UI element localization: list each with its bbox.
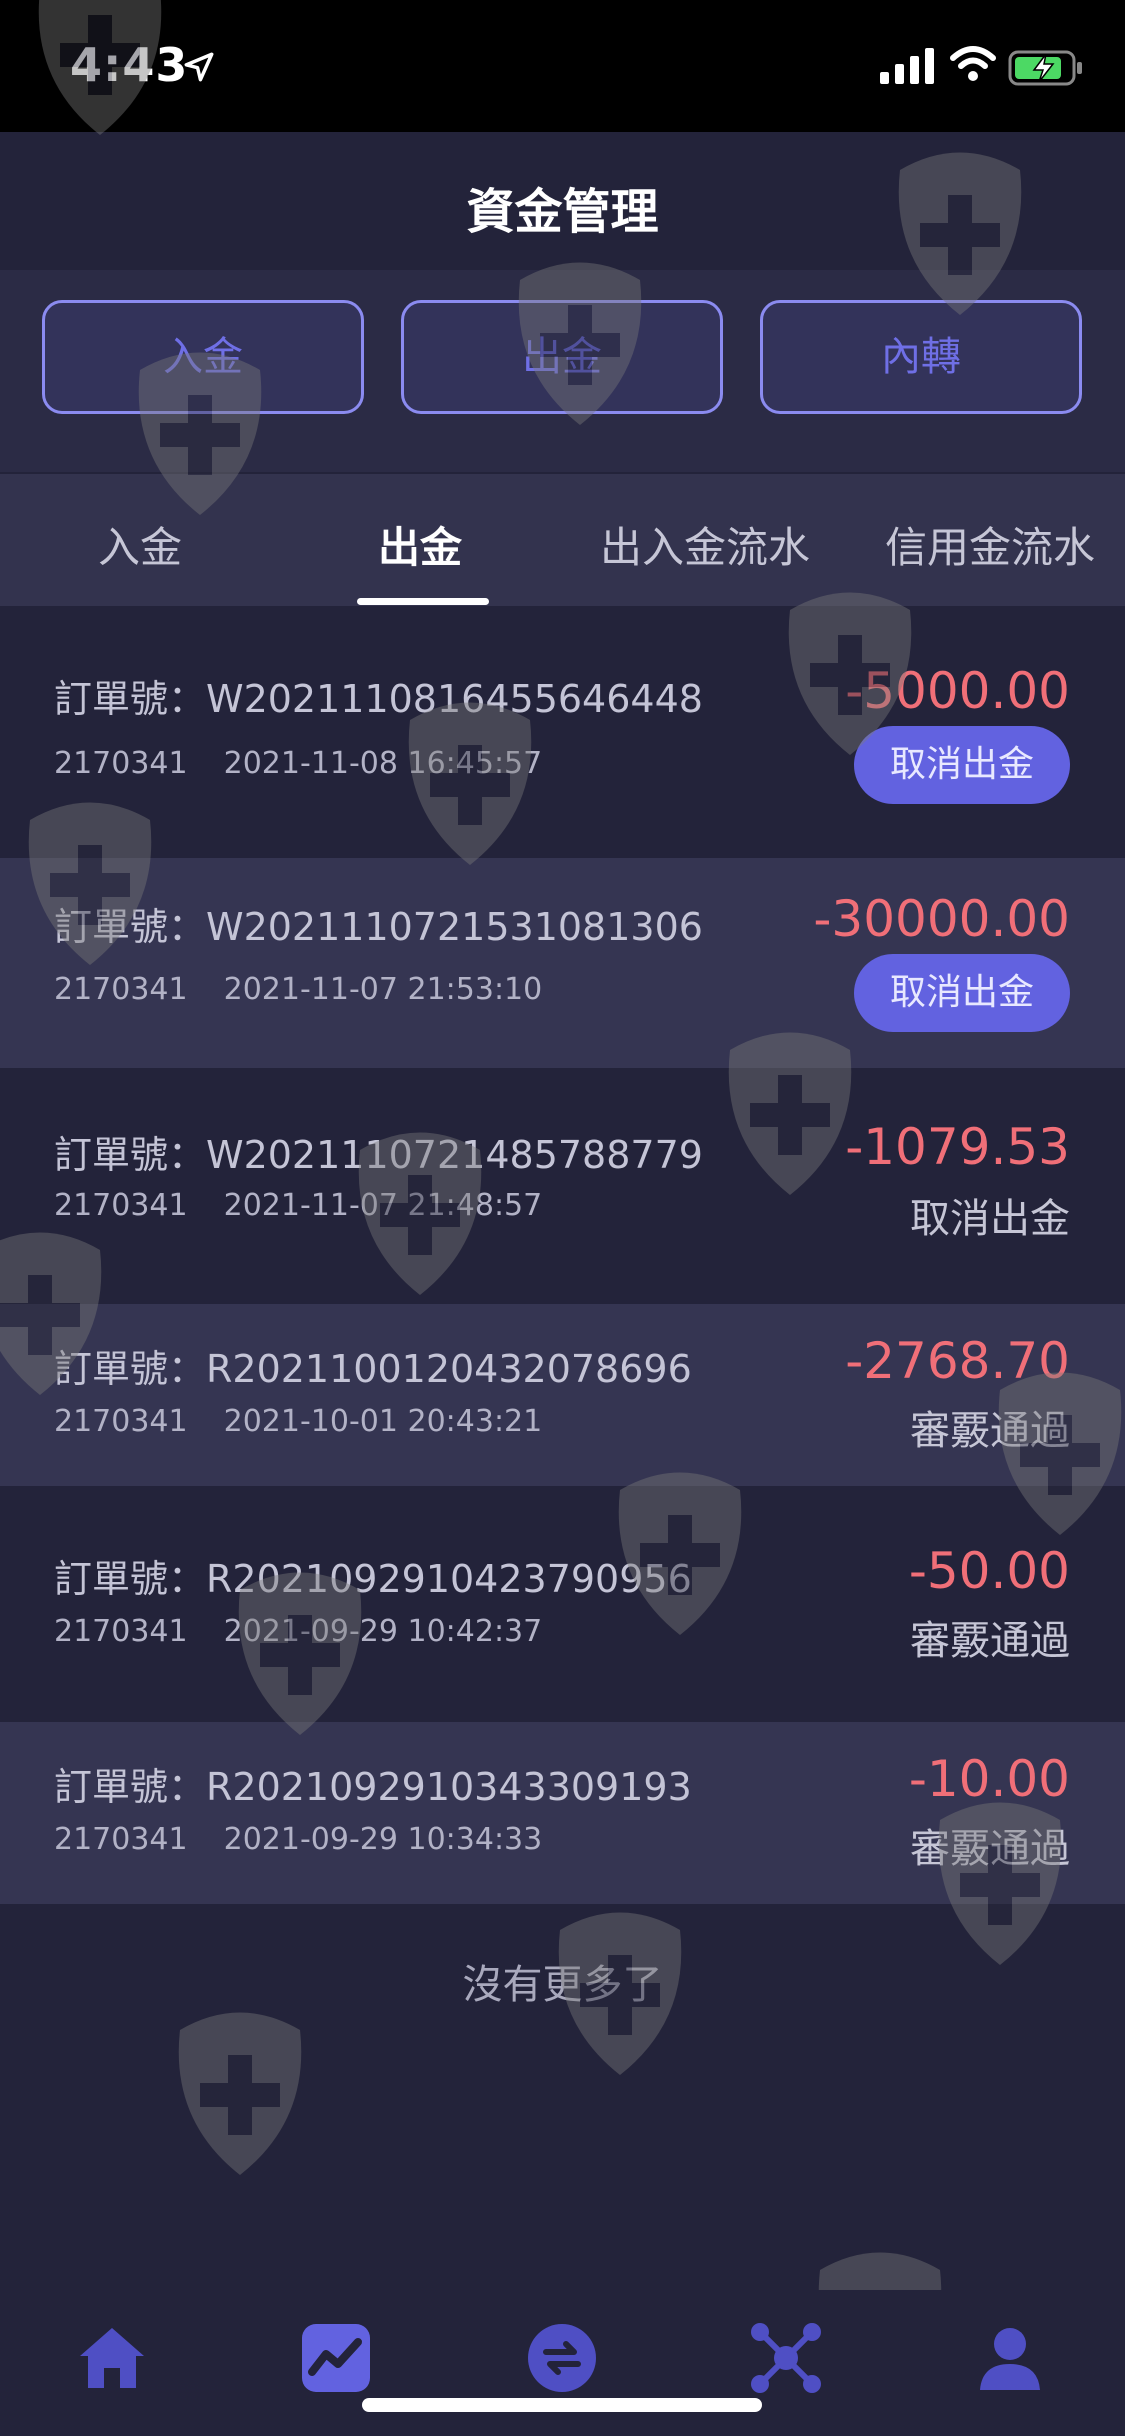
tab-deposit[interactable]: 入金: [40, 514, 240, 575]
order-number: 訂單號：R2021092910423790956: [54, 1557, 692, 1601]
wifi-icon: [950, 46, 996, 81]
cellular-signal-icon: [880, 48, 934, 84]
transaction-date: 2021-09-29 10:42:37: [223, 1614, 543, 1649]
transaction-amount: -50.00: [908, 1542, 1070, 1600]
account-number: 2170341: [54, 1404, 188, 1439]
order-number: 訂單號：W2021110816455646448: [54, 677, 703, 721]
page-header: 資金管理: [0, 132, 1125, 264]
transaction-date: 2021-09-29 10:34:33: [223, 1822, 543, 1857]
transaction-meta: 2170341 2021-11-07 21:48:57: [54, 1188, 542, 1223]
status-time: 4:43: [70, 38, 189, 92]
tab-bar: 入金 出金 出入金流水 信用金流水: [0, 474, 1125, 606]
account-number: 2170341: [54, 972, 188, 1007]
home-icon[interactable]: [74, 2320, 150, 2396]
transaction-row: 訂單號：W2021110721485788779 2170341 2021-11-…: [0, 1068, 1125, 1304]
order-number: 訂單號：W2021110721485788779: [54, 1133, 703, 1177]
transaction-status: 審覈通過: [910, 1618, 1070, 1664]
order-number: 訂單號：R2021092910343309193: [54, 1765, 692, 1809]
location-arrow-icon: [184, 52, 214, 82]
tab-fund-flow[interactable]: 出入金流水: [585, 514, 825, 575]
transaction-amount: -10.00: [908, 1750, 1070, 1808]
order-number: 訂單號：W2021110721531081306: [54, 905, 703, 949]
tab-credit-flow[interactable]: 信用金流水: [870, 514, 1110, 575]
end-of-list-text: 沒有更多了: [462, 1962, 663, 2008]
transaction-meta: 2170341 2021-09-29 10:42:37: [54, 1614, 542, 1649]
bottom-nav: [0, 2290, 1125, 2436]
deposit-button[interactable]: 入金: [42, 300, 364, 414]
withdraw-button[interactable]: 出金: [401, 300, 723, 414]
transaction-status: 取消出金: [910, 1196, 1070, 1242]
tab-withdraw[interactable]: 出金: [320, 514, 520, 575]
transaction-meta: 2170341 2021-09-29 10:34:33: [54, 1822, 542, 1857]
transaction-meta: 2170341 2021-11-07 21:53:10: [54, 972, 542, 1007]
transaction-amount: -30000.00: [813, 890, 1070, 948]
transaction-row: 訂單號：W2021110721531081306 2170341 2021-11-…: [0, 858, 1125, 1068]
action-buttons: 入金 出金 內轉: [0, 270, 1125, 472]
chart-icon[interactable]: [298, 2320, 374, 2396]
account-number: 2170341: [54, 746, 188, 781]
transaction-row: 訂單號：R2021092910423790956 2170341 2021-09-…: [0, 1486, 1125, 1722]
cancel-withdrawal-button[interactable]: 取消出金: [854, 954, 1070, 1032]
home-indicator: [362, 2398, 762, 2412]
account-number: 2170341: [54, 1614, 188, 1649]
account-number: 2170341: [54, 1188, 188, 1223]
transaction-meta: 2170341 2021-10-01 20:43:21: [54, 1404, 542, 1439]
transaction-date: 2021-11-08 16:45:57: [223, 746, 543, 781]
transaction-amount: -5000.00: [845, 662, 1070, 720]
account-number: 2170341: [54, 1822, 188, 1857]
battery-charging-icon: [1008, 50, 1082, 86]
transaction-status: 審覈通過: [910, 1408, 1070, 1454]
transaction-row: 訂單號：W2021110816455646448 2170341 2021-11-…: [0, 606, 1125, 858]
watermark-shield-icon: [178, 2012, 302, 2175]
transaction-meta: 2170341 2021-11-08 16:45:57: [54, 746, 542, 781]
cancel-withdrawal-button[interactable]: 取消出金: [854, 726, 1070, 804]
fund-management-screen: 4:43 資金管理 入金 出金 內轉 入金 出金 出入金流水 信用金流水 訂單號…: [0, 0, 1125, 2436]
active-tab-indicator: [357, 598, 489, 605]
transaction-status: 審覈通過: [910, 1826, 1070, 1872]
internal-transfer-button[interactable]: 內轉: [760, 300, 1082, 414]
page-title: 資金管理: [466, 184, 659, 240]
transaction-amount: -1079.53: [845, 1118, 1070, 1176]
transfer-icon[interactable]: [524, 2320, 600, 2396]
transaction-row: 訂單號：R2021092910343309193 2170341 2021-09-…: [0, 1722, 1125, 1904]
order-number: 訂單號：R2021100120432078696: [54, 1347, 692, 1391]
transaction-date: 2021-11-07 21:53:10: [223, 972, 543, 1007]
user-icon[interactable]: [972, 2320, 1048, 2396]
status-bar: 4:43: [0, 0, 1125, 132]
transaction-date: 2021-10-01 20:43:21: [223, 1404, 543, 1439]
network-icon[interactable]: [748, 2320, 824, 2396]
transaction-amount: -2768.70: [845, 1332, 1070, 1390]
transaction-date: 2021-11-07 21:48:57: [223, 1188, 543, 1223]
transaction-row: 訂單號：R2021100120432078696 2170341 2021-10-…: [0, 1304, 1125, 1486]
